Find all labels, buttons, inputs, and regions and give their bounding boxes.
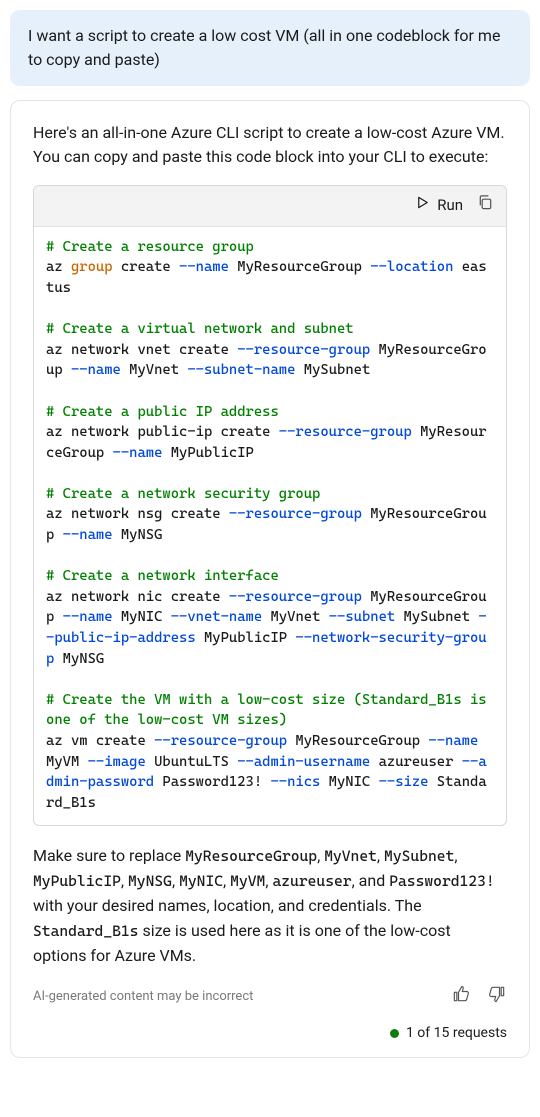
assistant-intro-text: Here's an all-in-one Azure CLI script to… <box>33 121 507 169</box>
code-body[interactable]: # Create a resource group az group creat… <box>34 227 506 826</box>
assistant-outro-text: Make sure to replace MyResourceGroup, My… <box>33 844 507 968</box>
thumbs-down-button[interactable] <box>487 984 507 1011</box>
code-block: Run # Create a resource group az group c… <box>33 185 507 826</box>
assistant-footer: AI-generated content may be incorrect <box>33 984 507 1011</box>
status-dot-icon <box>390 1029 399 1038</box>
quota-row: 1 of 15 requests <box>33 1023 507 1043</box>
code-block-header: Run <box>34 186 506 227</box>
assistant-message-card: Here's an all-in-one Azure CLI script to… <box>10 100 530 1058</box>
run-button-label: Run <box>437 195 463 217</box>
feedback-buttons <box>451 984 507 1011</box>
copy-button[interactable] <box>477 194 494 218</box>
user-message-bubble: I want a script to create a low cost VM … <box>10 10 530 86</box>
copy-icon <box>477 194 494 218</box>
thumbs-down-icon <box>487 984 507 1011</box>
thumbs-up-button[interactable] <box>451 984 471 1011</box>
user-message-text: I want a script to create a low cost VM … <box>28 26 500 69</box>
ai-disclaimer: AI-generated content may be incorrect <box>33 988 253 1007</box>
run-button[interactable]: Run <box>415 195 463 217</box>
play-icon <box>415 195 430 217</box>
quota-text: 1 of 15 requests <box>406 1023 507 1043</box>
thumbs-up-icon <box>451 984 471 1011</box>
